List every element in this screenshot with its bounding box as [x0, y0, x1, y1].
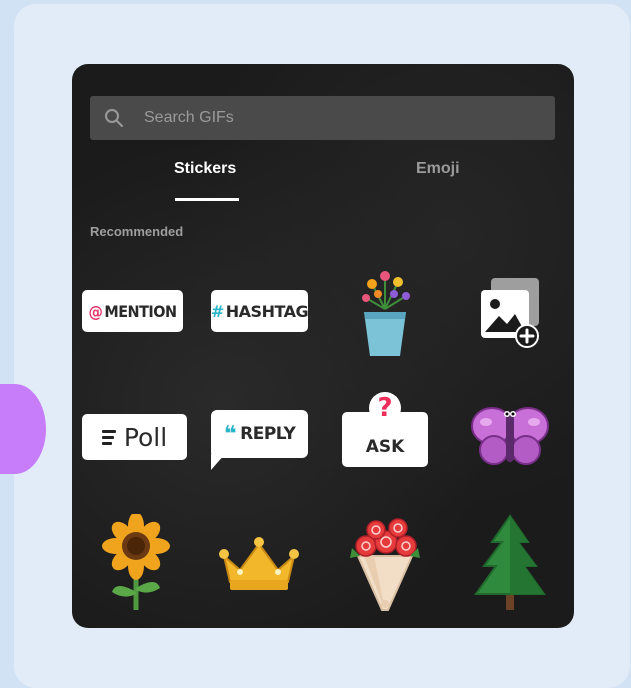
rose-bouquet-icon[interactable]	[344, 516, 426, 612]
mention-label: MENTION	[104, 301, 177, 321]
poll-lines-icon	[101, 427, 118, 448]
active-tab-indicator	[175, 198, 239, 201]
reply-sticker[interactable]: ❝ REPLY	[211, 410, 308, 458]
ask-label: ASK	[365, 437, 405, 457]
poll-sticker[interactable]: Poll	[82, 414, 187, 460]
add-photo-icon[interactable]	[477, 276, 543, 348]
crown-icon[interactable]	[218, 536, 300, 592]
poll-label: Poll	[123, 422, 168, 452]
butterfly-icon[interactable]	[470, 402, 550, 468]
tab-stickers[interactable]: Stickers	[174, 160, 236, 178]
mention-at-sign: @	[88, 301, 103, 321]
section-label-recommended: Recommended	[90, 224, 184, 239]
hashtag-label: HASHTAG	[225, 301, 309, 321]
quote-icon: ❝	[223, 421, 237, 447]
mention-sticker[interactable]: @ MENTION	[82, 290, 183, 332]
search-icon	[105, 109, 123, 127]
sunflower-icon[interactable]	[96, 514, 176, 612]
pine-tree-icon[interactable]	[472, 512, 548, 612]
reply-bubble-tail	[211, 454, 225, 470]
hashtag-symbol: #	[210, 301, 224, 321]
tab-emoji[interactable]: Emoji	[416, 160, 460, 178]
search-bar[interactable]	[90, 96, 555, 140]
search-input[interactable]	[142, 108, 526, 128]
decorative-blob	[0, 384, 46, 474]
hashtag-sticker[interactable]: # HASHTAG	[210, 290, 309, 332]
flower-vase-icon[interactable]	[354, 264, 416, 359]
sticker-panel: Stickers Emoji Recommended @ MENTION # H…	[72, 64, 574, 628]
question-mark-icon: ?	[369, 392, 401, 424]
reply-label: REPLY	[240, 424, 296, 444]
